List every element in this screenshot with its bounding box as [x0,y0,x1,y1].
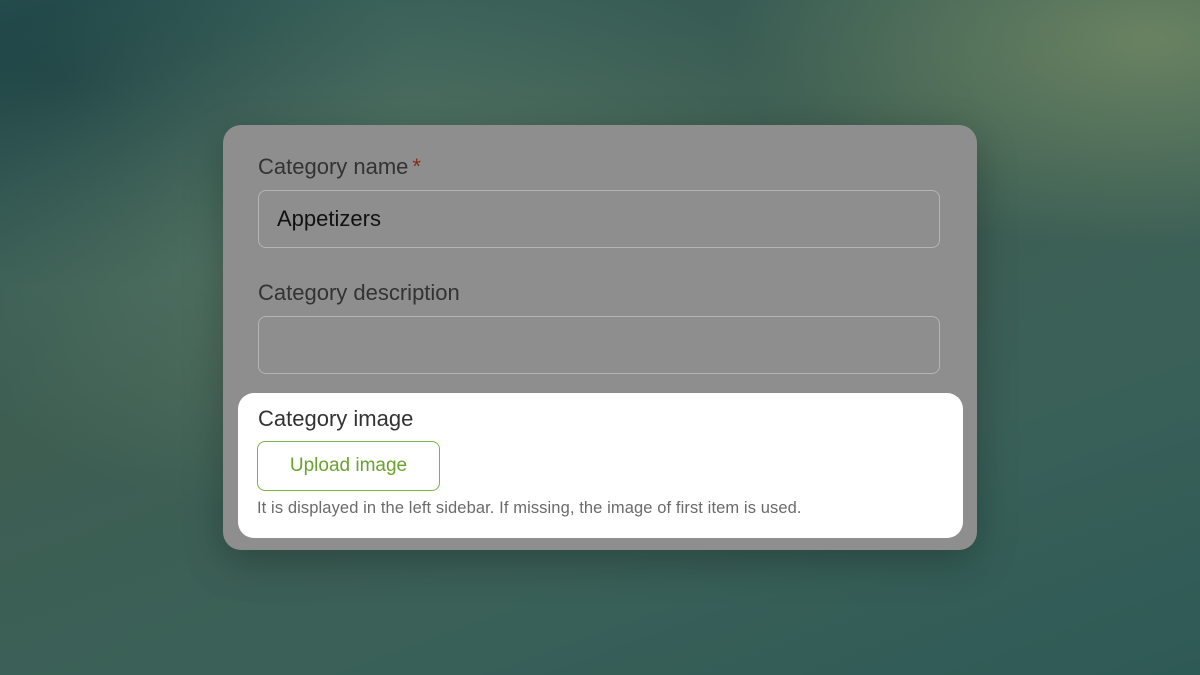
category-description-input[interactable] [258,316,940,374]
category-name-input[interactable] [258,190,940,248]
upload-image-button[interactable]: Upload image [257,441,440,491]
category-image-section: Category image Upload image It is displa… [238,393,963,538]
category-image-label: Category image [258,406,414,431]
required-asterisk: * [412,154,421,179]
category-description-label: Category description [258,280,460,305]
category-name-label: Category name * [258,154,421,180]
category-image-hint: It is displayed in the left sidebar. If … [257,499,802,517]
category-name-label-text: Category name [258,154,409,179]
